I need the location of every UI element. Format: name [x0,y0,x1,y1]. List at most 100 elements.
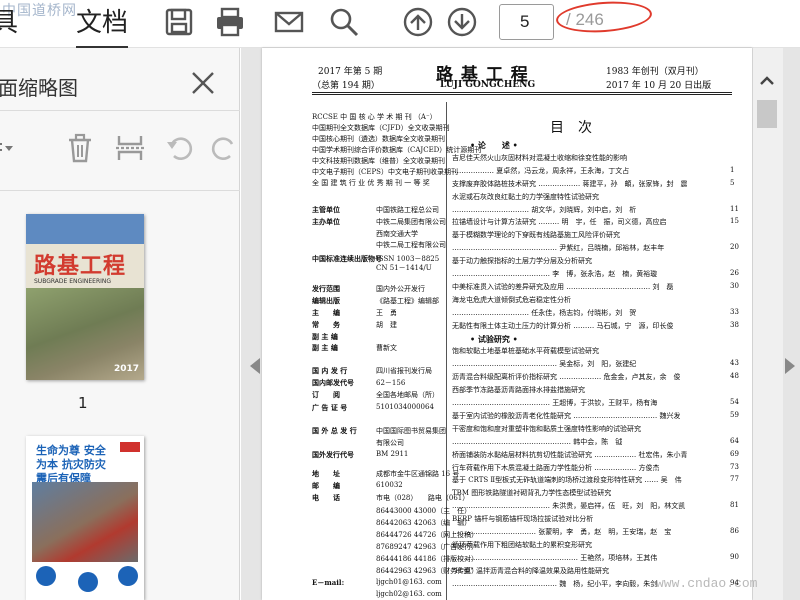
indexing-note: 中文科技期刊数据库（维普）全文收录期刊 [312,157,445,165]
ad-headline: 生命为尊 安全为本 抗灾防灾 震后有保障 [36,444,106,485]
toc-entry: ……………… 夏卓然，冯云龙，周永祥，王永海，丁文占 [452,167,630,175]
indexing-note: 中国核心期刊（遴选）数据库全文收录期刊 [312,135,445,143]
next-page-arrow-icon[interactable] [783,356,797,376]
rotate-left-icon[interactable] [162,130,198,166]
scroll-up-icon[interactable] [756,70,778,92]
toc-entry: …………………………………… 朱洪贵，晏启祥，伍 旺，刘 阳，林文凯 [452,502,686,510]
masthead-label: 主办单位 [312,217,340,226]
masthead-label: 发行范围 [312,284,340,293]
header-rule [312,94,732,95]
print-icon[interactable] [212,4,248,40]
ad-badge [78,572,98,592]
ad-badge [118,566,138,586]
toc-page-number: 64 [730,437,739,445]
toc-entry: BFRP 锚杆与钢筋锚杆现场拉拔试验对比分析 [452,515,594,523]
toc-page-number: 94 [730,579,739,587]
toc-entry: 行车荷载作用下木质混凝土路面力学性能分析 ……………… 方俊杰 [452,464,660,472]
email-icon[interactable] [271,4,307,40]
masthead-value: 中国铁路工程总公司 [376,206,439,214]
ad-photo [32,482,138,562]
ad-badge [36,566,56,586]
page-thumbnail-2[interactable]: 生命为尊 安全为本 抗灾防灾 震后有保障 [26,436,144,600]
close-icon[interactable] [190,70,216,96]
next-page-icon[interactable] [444,4,480,40]
masthead-value: CN 51－1414/U [376,264,432,272]
tab-tools[interactable]: 具 [0,2,18,39]
rotate-right-icon[interactable] [206,130,242,166]
toc-section-heading: • 论 述 • [470,140,518,150]
masthead-value: 中铁二局集团有限公司 [376,218,446,226]
indexing-note: RCCSE 中 国 核 心 学 术 期 刊 （A⁻） [312,113,437,121]
toc-entry: 海龙屯危虎大道倾倒式危岩稳定性分析 [452,296,571,304]
pdf-reader-window: 中国道桥网 具 文档 / 246 面缩略图 [0,0,800,600]
toc-page-number: 59 [730,411,739,419]
masthead-label: 国 内 发 行 [312,366,348,375]
masthead-label: 电 话 [312,493,340,502]
masthead-label: 国外发行代号 [312,450,354,459]
toc-page-number: 86 [730,527,739,535]
toc-entry: …………………………………………… 韩中会，陈 钺 [452,438,623,446]
page-number-input[interactable] [499,4,554,40]
toc-entry: …………………………………… 李 博，张永浩，赵 楠，黄裕璇 [452,270,658,278]
toc-entry: 拉锚墙设计与计算方法研究 ……… 明 宇，任 振，司义德，高应启 [452,218,667,226]
masthead-value: ljgch02@163. com [376,590,442,598]
toc-entry: 基于模糊数学理论的下穿既有线路基施工风险评价研究 [452,231,620,239]
tab-document[interactable]: 文档 [76,2,128,39]
masthead-label: 常 务 [312,320,340,329]
toc-entry: 循环荷载作用下粗团结软黏土的累积变形研究 [452,541,592,549]
toc-page-number: 1 [730,166,735,174]
toc-page-number: 77 [730,475,739,483]
masthead-label: 编辑出版 [312,296,340,305]
sidebar-toolbar-divider [0,190,240,191]
toc-entry: 水泥或石灰改良红黏土的力学强度特性试验研究 [452,193,599,201]
toc-page-number: 20 [730,243,739,251]
masthead-label: 邮 编 [312,481,340,490]
save-icon[interactable] [161,4,197,40]
vertical-scrollbar[interactable] [753,48,783,600]
toc-page-number: 73 [730,463,739,471]
masthead-value: 中铁二局工程有限公司 [376,241,446,249]
masthead-value: 成都市金牛区通锦路 16 号 [376,470,460,478]
toc-entry: 基于室内试验的橡胶沥青老化性能研究 ……………………………… 魏兴发 [452,412,681,420]
masthead-value: 全国各地邮局（所） [376,391,439,399]
masthead-label: 副 主 编 [312,343,338,352]
masthead-label: 订 阅 [312,390,340,399]
scrollbar-thumb[interactable] [757,100,777,128]
masthead-value: 四川省报刊发行局 [376,367,432,375]
toc-page-number: 43 [730,359,739,367]
previous-page-icon[interactable] [400,4,436,40]
toc-entry: TBM 图形铁路隧道衬砌背孔力学性态模型试验研究 [452,489,612,497]
toc-entry: 干密度和饱和度对重塑非饱和黏质土强度特性影响的试验研究 [452,425,641,433]
masthead-label: 副 主 编 [312,332,338,341]
founded-note: 1983 年创刊（双月刊） [606,67,704,77]
toc-page-number: 81 [730,501,739,509]
total-pages-label: / 246 [566,10,604,29]
masthead-value: 62－156 [376,379,406,387]
masthead-label: 中国标准连续出版物号 [312,254,382,263]
search-icon[interactable] [326,4,362,40]
delete-page-icon[interactable] [62,130,98,166]
prev-page-arrow-icon[interactable] [248,356,262,376]
toc-heading: 目 次 [550,120,592,136]
toc-entry: ……………………………………… 尹紫红，吕晓楠，邱裕林，赵丰年 [452,244,665,252]
masthead-value: 中国国际图书贸易集团 [376,427,446,435]
toc-entry: 支撑废弃胶体路桩技术研究 ……………… 蒋建平，孙 頔，张家锋，封 震 [452,180,688,188]
page-thumbnail-1[interactable]: 路基工程 SUBGRADE ENGINEERING 2017 [26,214,144,380]
masthead-label: 主 编 [312,308,340,317]
toc-entry: 基于动力触探指标的土层力学分层及分析研究 [452,257,592,265]
toc-entry: 中美标准贯入试验的差异研究及应用 ……………………………… 刘 磊 [452,283,674,291]
thumbnail-sidebar: 面缩略图 路基工程 SUBGRADE ENGINEERING 2017 1 生命 [0,48,240,600]
site-watermark: www.cndao.com [656,576,758,591]
masthead-value: 西南交通大学 [376,230,418,238]
extract-page-icon[interactable] [112,130,148,166]
toc-entry: 西部季节冻路基沥青路面排水排盐措施研究 [452,386,585,394]
toc-entry: 饱和软黏土地基单桩基础水平荷载模型试验研究 [452,347,599,355]
masthead-label: 广 告 证 号 [312,403,348,412]
toc-page-number: 54 [730,398,739,406]
toc-entry: ……………………………………………… 王艳然，项培林，王其伟 [452,554,658,562]
sidebar-divider [0,110,240,111]
sidebar-menu-dropdown[interactable] [0,130,28,166]
toc-page-number: 15 [730,217,739,225]
toc-entry: …………………………… 胡文华，刘晓辉，刘中启，刘 析 [452,206,637,214]
masthead-value: BM 2911 [376,450,409,458]
